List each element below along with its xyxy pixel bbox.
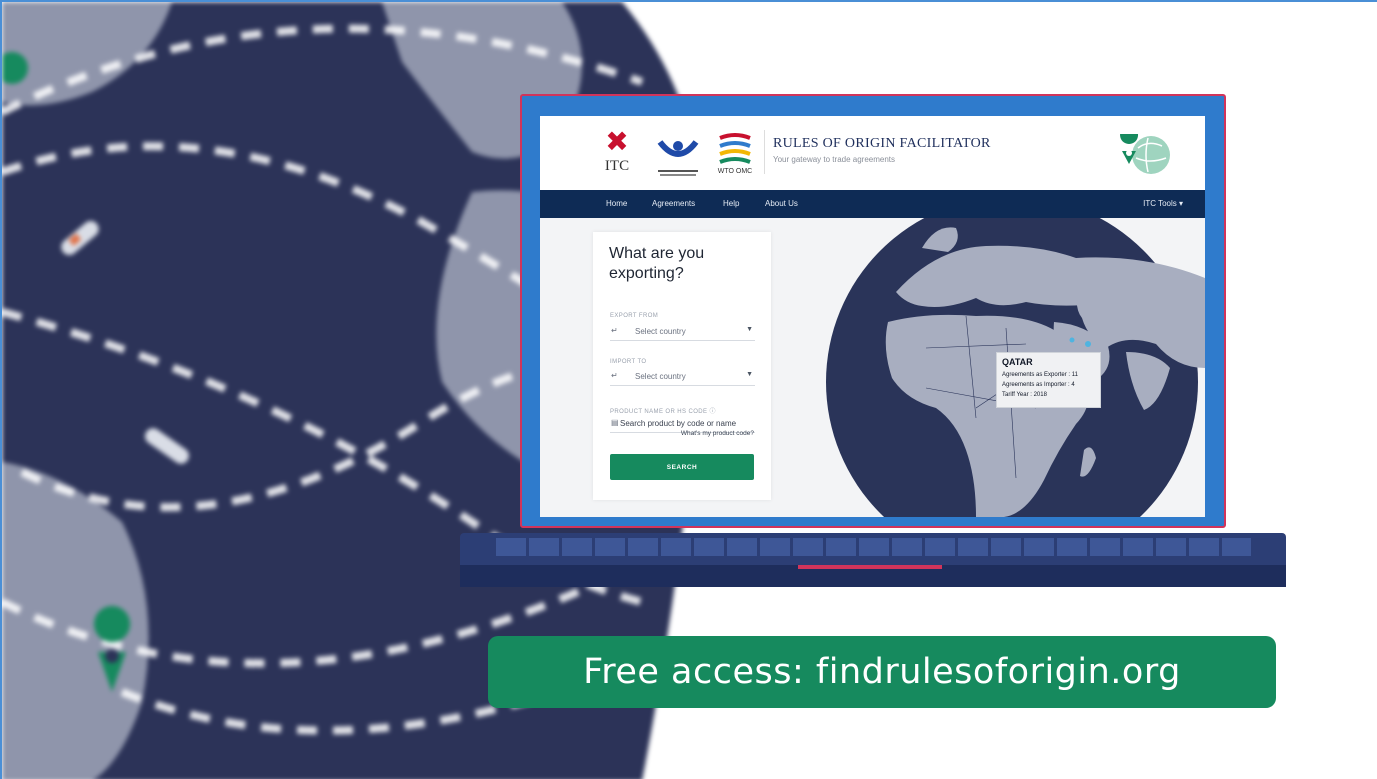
chevron-down-icon: ▼ (746, 326, 753, 333)
scene: ✖ ITC WTO OMC RULES OF ORIGIN FACILITATO… (0, 0, 1377, 779)
site-tagline: Your gateway to trade agreements (773, 155, 896, 164)
banner-text: Free access: findrulesoforigin.org (583, 652, 1181, 692)
location-icon: ↵ (611, 371, 618, 380)
tooltip-country: QATAR (1002, 357, 1033, 367)
site-title[interactable]: RULES OF ORIGIN FACILITATOR (773, 136, 991, 152)
import-to-placeholder: Select country (635, 372, 686, 381)
import-to-label: IMPORT TO (610, 359, 647, 365)
chevron-down-icon: ▾ (1178, 199, 1183, 208)
tooltip-line: Agreements as Importer : 4 (1002, 382, 1075, 388)
export-from-label: EXPORT FROM (610, 313, 659, 319)
globe-icon (1120, 126, 1170, 174)
nav-itc-tools-dropdown[interactable]: ITC Tools ▾ (1143, 199, 1183, 208)
nav-agreements[interactable]: Agreements (652, 199, 695, 208)
nav-help[interactable]: Help (723, 199, 739, 208)
site-header: ✖ ITC WTO OMC RULES OF ORIGIN FACILITATO… (540, 116, 1205, 190)
hero-section: What are you exporting? EXPORT FROM ↵ Se… (540, 218, 1205, 517)
tooltip-line: Tariff Year : 2018 (1002, 392, 1047, 398)
wco-logo[interactable] (650, 130, 706, 180)
location-icon: ↵ (611, 326, 618, 335)
wto-logo-text: WTO OMC (717, 168, 753, 175)
product-search-placeholder: Search product by code or name (620, 419, 737, 428)
free-access-banner[interactable]: Free access: findrulesoforigin.org (488, 636, 1276, 708)
form-title: What are you exporting? (609, 245, 705, 282)
export-from-select[interactable]: ↵ Select country ▼ (610, 324, 755, 341)
search-button[interactable]: SEARCH (610, 454, 754, 480)
chevron-down-icon: ▼ (746, 371, 753, 378)
wto-logo[interactable]: WTO OMC (712, 130, 758, 180)
info-icon[interactable]: ⓘ (710, 409, 716, 415)
website-screen: ✖ ITC WTO OMC RULES OF ORIGIN FACILITATO… (540, 116, 1205, 517)
roo-logo[interactable] (1118, 126, 1172, 176)
header-divider (764, 130, 765, 174)
product-code-help-link[interactable]: What's my product code? (681, 430, 754, 437)
laptop-trackpad (798, 565, 942, 569)
nav-itc-tools-label: ITC Tools (1143, 199, 1177, 208)
itc-logo[interactable]: ✖ ITC (597, 128, 637, 178)
country-tooltip: QATAR Agreements as Exporter : 11 Agreem… (996, 352, 1101, 408)
barcode-icon: ▤ (611, 418, 619, 427)
nav-about-us[interactable]: About Us (765, 199, 798, 208)
main-nav: Home Agreements Help About Us ITC Tools … (540, 190, 1205, 218)
wco-emblem-icon (657, 140, 699, 176)
product-label-text: PRODUCT NAME OR HS CODE (610, 409, 708, 415)
product-label: PRODUCT NAME OR HS CODE ⓘ (610, 406, 716, 415)
export-from-placeholder: Select country (635, 327, 686, 336)
import-to-select[interactable]: ↵ Select country ▼ (610, 369, 755, 386)
nav-home[interactable]: Home (606, 199, 627, 208)
tooltip-line: Agreements as Exporter : 11 (1002, 372, 1078, 378)
itc-mark-icon: ✖ (605, 126, 629, 157)
export-search-card: What are you exporting? EXPORT FROM ↵ Se… (593, 232, 771, 500)
laptop-keys (496, 538, 1251, 556)
wto-emblem-icon (719, 133, 751, 164)
itc-logo-text: ITC (604, 158, 630, 174)
